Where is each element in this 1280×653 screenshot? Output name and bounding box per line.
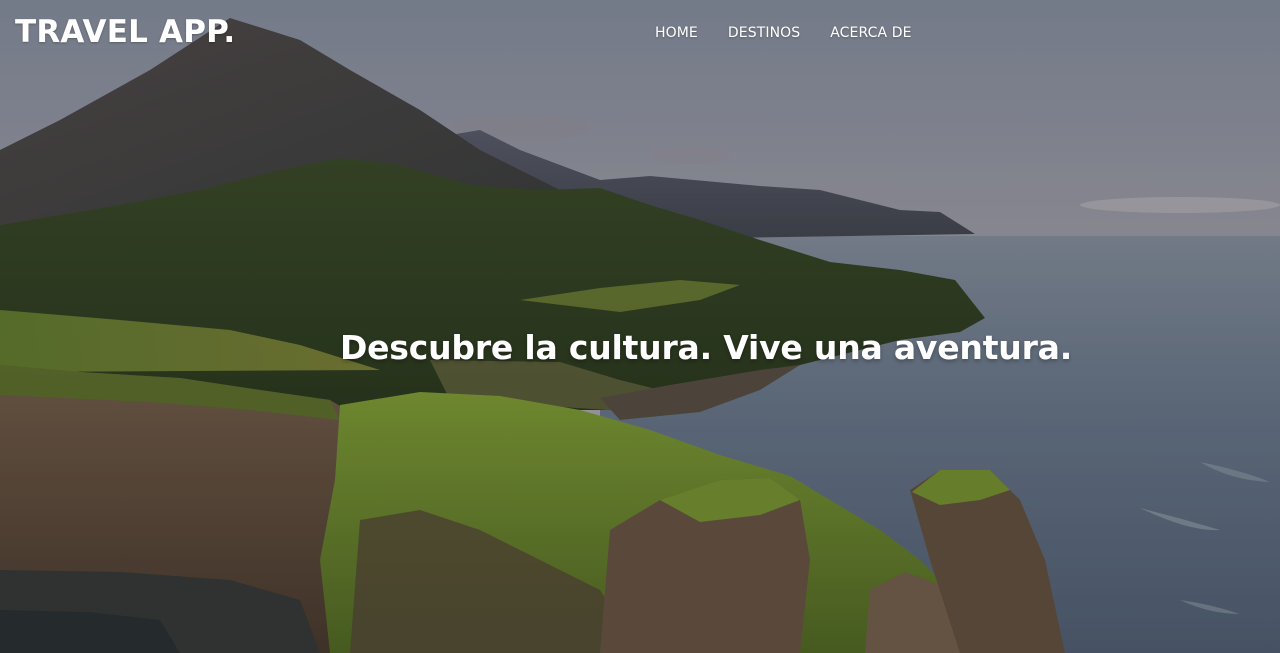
nav-link-home[interactable]: HOME <box>655 25 698 41</box>
logo[interactable]: TRAVEL APP. <box>15 12 235 52</box>
hero-headline: Descubre la cultura. Vive una aventura. <box>339 328 1073 367</box>
hero-section: TRAVEL APP. HOME DESTINOS ACERCA DE Desc… <box>0 0 1280 653</box>
nav-item-destinos: DESTINOS <box>728 22 800 43</box>
nav-link-destinos[interactable]: DESTINOS <box>728 25 800 41</box>
nav-item-acerca-de: ACERCA DE <box>830 22 911 43</box>
main-navigation: HOME DESTINOS ACERCA DE <box>655 22 912 43</box>
nav-link-acerca-de[interactable]: ACERCA DE <box>830 25 911 41</box>
nav-item-home: HOME <box>655 22 698 43</box>
